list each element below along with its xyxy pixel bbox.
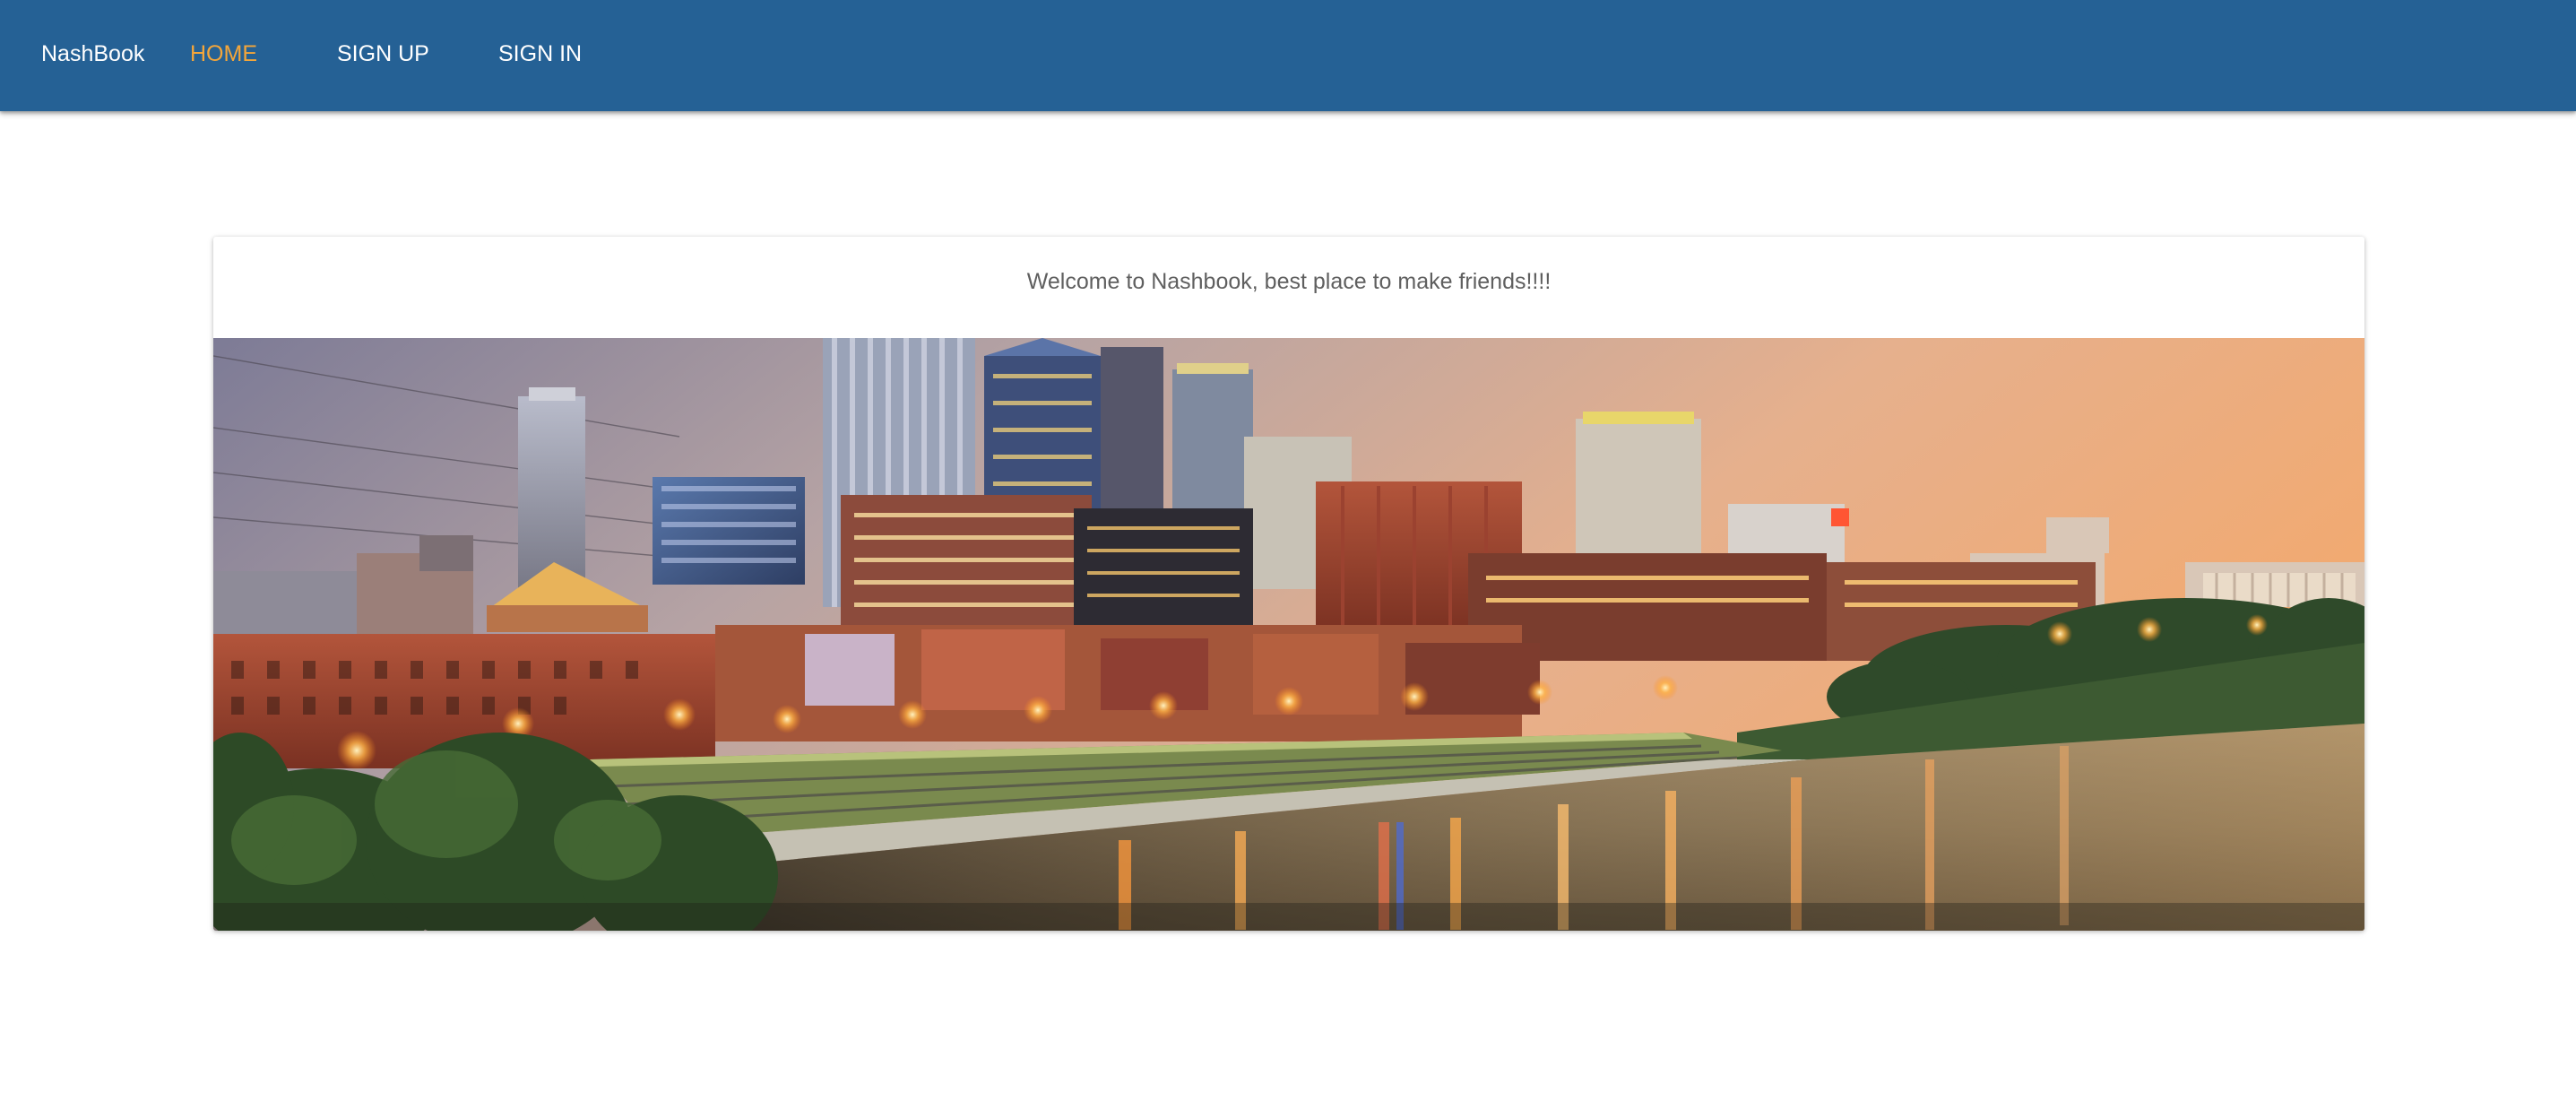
top-app-bar: NashBook HOME SIGN UP SIGN IN (0, 0, 2576, 111)
welcome-message: Welcome to Nashbook, best place to make … (1026, 269, 1552, 294)
nav-signin-link[interactable]: SIGN IN (498, 0, 582, 111)
nav-home-link[interactable]: HOME (190, 0, 257, 111)
nav-signup-link[interactable]: SIGN UP (337, 0, 429, 111)
brand-logo-text[interactable]: NashBook (41, 0, 144, 111)
welcome-card: Welcome to Nashbook, best place to make … (213, 237, 2364, 931)
nashville-skyline-image (213, 338, 2364, 931)
